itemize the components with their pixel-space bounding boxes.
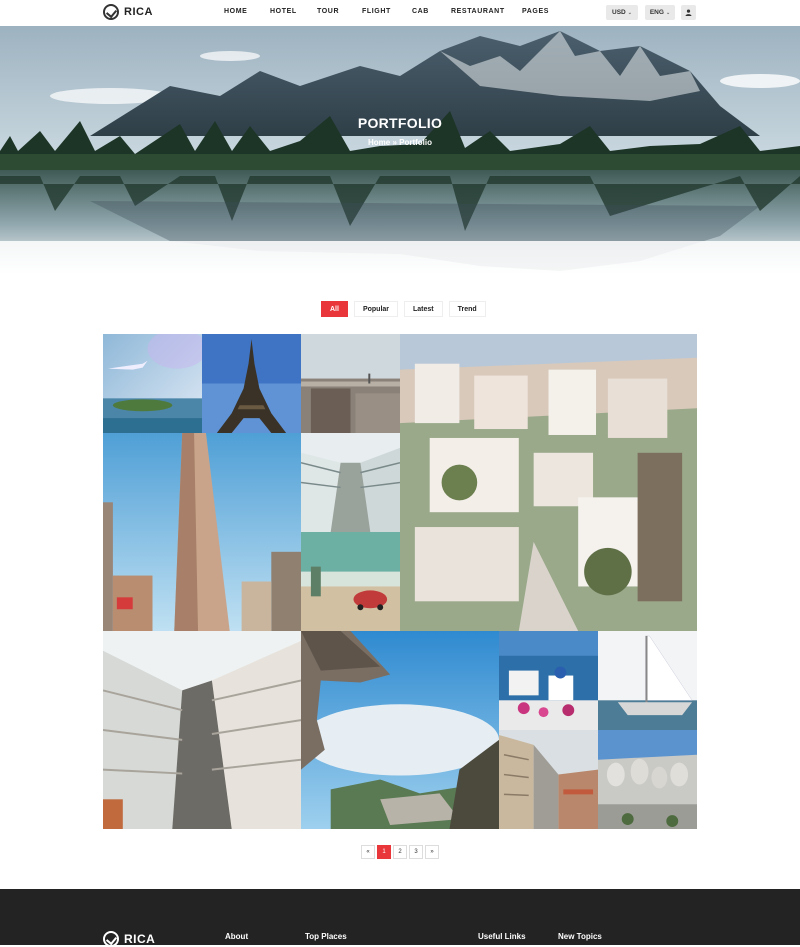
breadcrumb-current: Portfolio	[399, 138, 433, 147]
mount-rushmore-image	[598, 730, 697, 829]
paris-rooftops-image	[301, 334, 400, 433]
old-town-street-image	[499, 730, 598, 829]
logo-text: RICA	[124, 6, 153, 18]
pagination: « 1 2 3 »	[361, 845, 439, 859]
footer-heading-top-places: Top Places	[305, 932, 347, 941]
hero-banner: PORTFOLIO Home » Portfolio	[0, 26, 800, 276]
gallery-photo-narrow-street[interactable]	[103, 631, 301, 829]
santorini-village-image	[400, 334, 697, 631]
breadcrumb-home[interactable]: Home	[368, 138, 390, 147]
european-street-image	[103, 631, 301, 829]
gallery-photo-paris[interactable]	[301, 334, 400, 433]
footer-heading-useful-links: Useful Links	[478, 932, 526, 941]
city-street-image	[301, 433, 400, 532]
nav-pages[interactable]: PAGES	[522, 8, 549, 15]
gallery-photo-flatiron[interactable]	[103, 433, 301, 631]
sailboat-image	[598, 631, 697, 730]
mountain-lake-image	[0, 26, 800, 276]
portfolio-filters: All Popular Latest Trend	[321, 301, 486, 317]
santorini-flowers-image	[499, 631, 598, 730]
pagination-page-2[interactable]: 2	[393, 845, 407, 859]
eiffel-tower-image	[202, 334, 301, 433]
gallery-photo-eiffel-tower[interactable]	[202, 334, 301, 433]
vintage-car-image	[301, 532, 400, 631]
pagination-next[interactable]: »	[425, 845, 439, 859]
flatiron-building-image	[103, 433, 301, 631]
nav-home[interactable]: HOME	[224, 8, 247, 15]
airplane-image	[103, 334, 202, 433]
breadcrumb-separator: »	[392, 138, 397, 147]
language-select[interactable]: ENG ⌄	[645, 5, 675, 20]
gallery-photo-sailboat[interactable]	[598, 631, 697, 730]
filter-popular[interactable]: Popular	[353, 301, 399, 317]
page-title: PORTFOLIO	[357, 115, 443, 131]
filter-latest[interactable]: Latest	[404, 301, 443, 317]
gallery-photo-airplane[interactable]	[103, 334, 202, 433]
site-header: RICA HOME HOTEL TOUR FLIGHT CAB RESTAURA…	[0, 0, 800, 26]
portfolio-gallery	[103, 334, 697, 829]
pagination-page-1[interactable]: 1	[377, 845, 391, 859]
gallery-photo-street-above[interactable]	[301, 433, 400, 532]
logo[interactable]: RICA	[103, 4, 153, 20]
user-account-button[interactable]	[681, 5, 696, 20]
footer-heading-new-topics: New Topics	[558, 932, 602, 941]
chevron-down-icon: ⌄	[665, 9, 671, 16]
language-value: ENG	[649, 9, 664, 16]
pagination-page-3[interactable]: 3	[409, 845, 423, 859]
chevron-down-icon: ⌄	[627, 9, 632, 16]
gallery-photo-santorini[interactable]	[400, 334, 697, 631]
nav-hotel[interactable]: HOTEL	[270, 8, 297, 15]
gallery-photo-old-town[interactable]	[499, 730, 598, 829]
nav-tour[interactable]: TOUR	[317, 8, 339, 15]
breadcrumb: Home » Portfolio	[0, 138, 800, 147]
site-footer: RICA About Top Places Useful Links New T…	[0, 889, 800, 947]
nav-restaurant[interactable]: RESTAURANT	[451, 8, 505, 15]
gallery-photo-cliff-clouds[interactable]	[301, 631, 499, 829]
gallery-photo-car-beach[interactable]	[301, 532, 400, 631]
nav-flight[interactable]: FLIGHT	[362, 8, 391, 15]
cliff-clouds-image	[301, 631, 499, 829]
footer-heading-about: About	[225, 932, 249, 941]
user-icon	[685, 9, 692, 16]
currency-select[interactable]: USD ⌄	[606, 5, 638, 20]
currency-value: USD	[612, 9, 626, 16]
gallery-photo-mount-rushmore[interactable]	[598, 730, 697, 829]
nav-cab[interactable]: CAB	[412, 8, 429, 15]
logo-check-icon	[103, 4, 119, 20]
pagination-prev[interactable]: «	[361, 845, 375, 859]
footer-logo-text: RICA	[124, 932, 156, 946]
filter-all[interactable]: All	[321, 301, 348, 317]
gallery-photo-santorini-flowers[interactable]	[499, 631, 598, 730]
filter-trend[interactable]: Trend	[448, 301, 486, 317]
